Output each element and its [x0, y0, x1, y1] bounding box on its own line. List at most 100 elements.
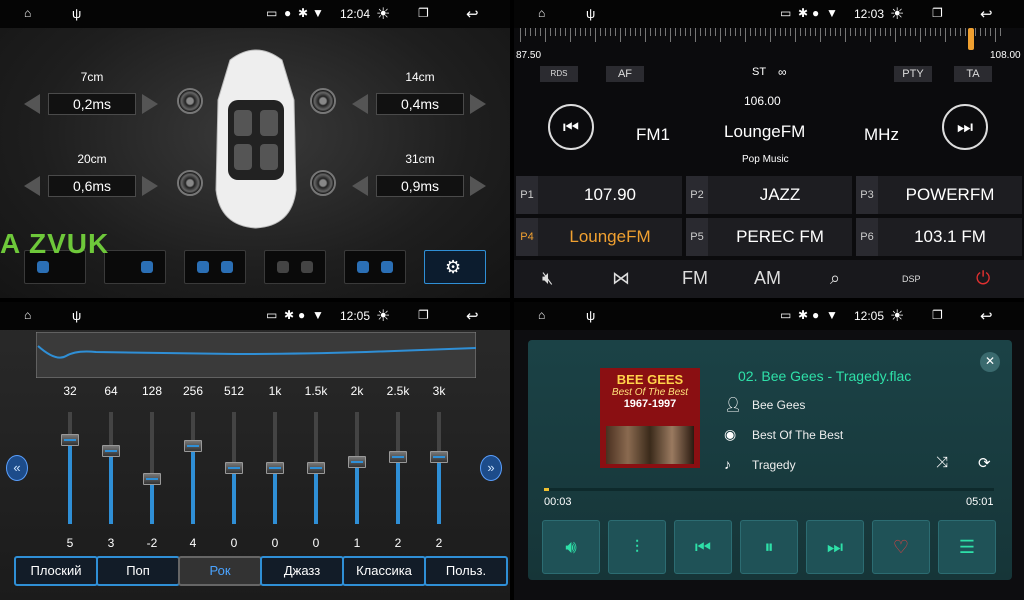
eq-preset-jazz[interactable]: Джазз: [260, 556, 344, 586]
back-icon[interactable]: ↩: [980, 5, 993, 23]
seat-passenger-button[interactable]: [104, 250, 166, 284]
brightness-icon[interactable]: ☀: [890, 306, 904, 326]
wifi-icon: ▼: [826, 6, 838, 20]
pause-button[interactable]: ⏸: [740, 520, 798, 574]
favorite-button[interactable]: ♡: [872, 520, 930, 574]
delay-fr-decrease-button[interactable]: [352, 94, 368, 114]
home-icon[interactable]: ⌂: [538, 308, 545, 322]
eq-slider-knob[interactable]: [307, 462, 325, 474]
next-button[interactable]: ⏭: [806, 520, 864, 574]
home-icon[interactable]: ⌂: [538, 6, 545, 20]
delay-rr-increase-button[interactable]: [470, 176, 486, 196]
eq-preset-rock[interactable]: Рок: [178, 556, 262, 586]
volume-button[interactable]: 🔊︎: [542, 520, 600, 574]
shuffle-icon[interactable]: ⤨: [936, 454, 948, 471]
eq-slider-knob[interactable]: [266, 462, 284, 474]
power-icon[interactable]: ⏻: [976, 268, 990, 289]
pty-button[interactable]: PTY: [894, 66, 932, 82]
eq-slider-knob[interactable]: [184, 439, 202, 452]
eq-slider-track[interactable]: [191, 412, 195, 524]
search-icon[interactable]: ⌕: [830, 268, 840, 289]
brightness-icon[interactable]: ☀: [890, 4, 904, 24]
delay-fr-distance: 14cm: [405, 70, 435, 84]
seat-front-button[interactable]: [184, 250, 246, 284]
seek-forward-button[interactable]: ⏭: [942, 104, 988, 150]
delay-rr-decrease-button[interactable]: [352, 176, 368, 196]
home-icon[interactable]: ⌂: [24, 6, 31, 20]
eq-slider-fill: [396, 456, 400, 524]
track-name: Tragedy: [752, 458, 796, 472]
eq-slider-knob[interactable]: [102, 445, 120, 458]
ta-button[interactable]: TA: [954, 66, 992, 82]
progress-bar[interactable]: [544, 488, 994, 491]
tuning-needle[interactable]: [968, 28, 974, 50]
delay-fl-decrease-button[interactable]: [24, 94, 40, 114]
repeat-icon[interactable]: ⟳: [978, 454, 991, 472]
equalizer-button[interactable]: ⫶: [608, 520, 666, 574]
scale-tick: [945, 28, 946, 42]
eq-preset-flat[interactable]: Плоский: [14, 556, 98, 586]
recent-apps-icon[interactable]: ❐: [418, 6, 429, 20]
recent-apps-icon[interactable]: ❐: [932, 6, 943, 20]
seat-rear-button[interactable]: [264, 250, 326, 284]
recent-apps-icon[interactable]: ❐: [418, 308, 429, 322]
delay-rl-decrease-button[interactable]: [24, 176, 40, 196]
eq-slider-track[interactable]: [396, 412, 400, 524]
preset-p3[interactable]: P3 POWERFM: [856, 176, 1022, 214]
back-icon[interactable]: ↩: [466, 5, 479, 23]
mute-icon[interactable]: 🔇︎: [542, 268, 553, 289]
brightness-icon[interactable]: ☀: [376, 4, 390, 24]
delay-fl-increase-button[interactable]: [142, 94, 158, 114]
eq-preset-pop[interactable]: Поп: [96, 556, 180, 586]
eq-slider-knob[interactable]: [430, 450, 448, 463]
seek-back-button[interactable]: ⏮: [548, 104, 594, 150]
back-icon[interactable]: ↩: [466, 307, 479, 325]
eq-slider-knob[interactable]: [348, 456, 366, 469]
brightness-icon[interactable]: ☀: [376, 306, 390, 326]
af-button[interactable]: AF: [606, 66, 644, 82]
preset-p5[interactable]: P5 PEREC FM: [686, 218, 852, 256]
dsp-button[interactable]: DSP: [902, 274, 921, 284]
scale-tick: [885, 28, 886, 36]
delay-rl-increase-button[interactable]: [142, 176, 158, 196]
eq-slider-knob[interactable]: [389, 450, 407, 463]
eq-prev-button[interactable]: «: [6, 455, 28, 481]
genre-label: Pop Music: [742, 154, 789, 165]
am-button[interactable]: AM: [754, 268, 781, 289]
eq-slider-track[interactable]: [109, 412, 113, 524]
preset-p2[interactable]: P2 JAZZ: [686, 176, 852, 214]
eq-preset-user[interactable]: Польз.: [424, 556, 508, 586]
clock: 12:03: [854, 7, 885, 21]
close-icon[interactable]: ✕: [980, 352, 1000, 372]
back-icon[interactable]: ↩: [980, 307, 993, 325]
rds-button[interactable]: RDS: [540, 66, 578, 82]
previous-button[interactable]: ⏮: [674, 520, 732, 574]
cast-icon: ▭: [266, 6, 278, 20]
eq-slider-track[interactable]: [68, 412, 72, 524]
home-icon[interactable]: ⌂: [24, 308, 31, 322]
fm-button[interactable]: FM: [682, 268, 708, 289]
preset-number: P5: [686, 218, 708, 256]
delay-fr-increase-button[interactable]: [470, 94, 486, 114]
scale-tick: [960, 28, 961, 36]
recent-apps-icon[interactable]: ❐: [932, 308, 943, 322]
scale-tick: [1000, 28, 1001, 36]
scan-icon[interactable]: ⋈: [612, 268, 630, 289]
scale-tick: [535, 28, 536, 36]
preset-p6[interactable]: P6 103.1 FM: [856, 218, 1022, 256]
preset-p4[interactable]: P4 LoungeFM: [516, 218, 682, 256]
eq-slider-knob[interactable]: [61, 434, 79, 446]
eq-slider-track[interactable]: [437, 412, 441, 524]
preset-p1[interactable]: P1 107.90: [516, 176, 682, 214]
eq-next-button[interactable]: »: [480, 455, 502, 481]
scale-tick: [880, 28, 881, 36]
eq-slider-knob[interactable]: [225, 462, 243, 474]
eq-slider-track[interactable]: [150, 412, 154, 524]
scale-tick: [785, 28, 786, 36]
eq-preset-classic[interactable]: Классика: [342, 556, 426, 586]
seat-custom-button[interactable]: ⚙: [424, 250, 486, 284]
wifi-icon: ▼: [826, 308, 838, 322]
eq-slider-knob[interactable]: [143, 473, 161, 486]
seat-all-button[interactable]: [344, 250, 406, 284]
playlist-button[interactable]: ☰: [938, 520, 996, 574]
